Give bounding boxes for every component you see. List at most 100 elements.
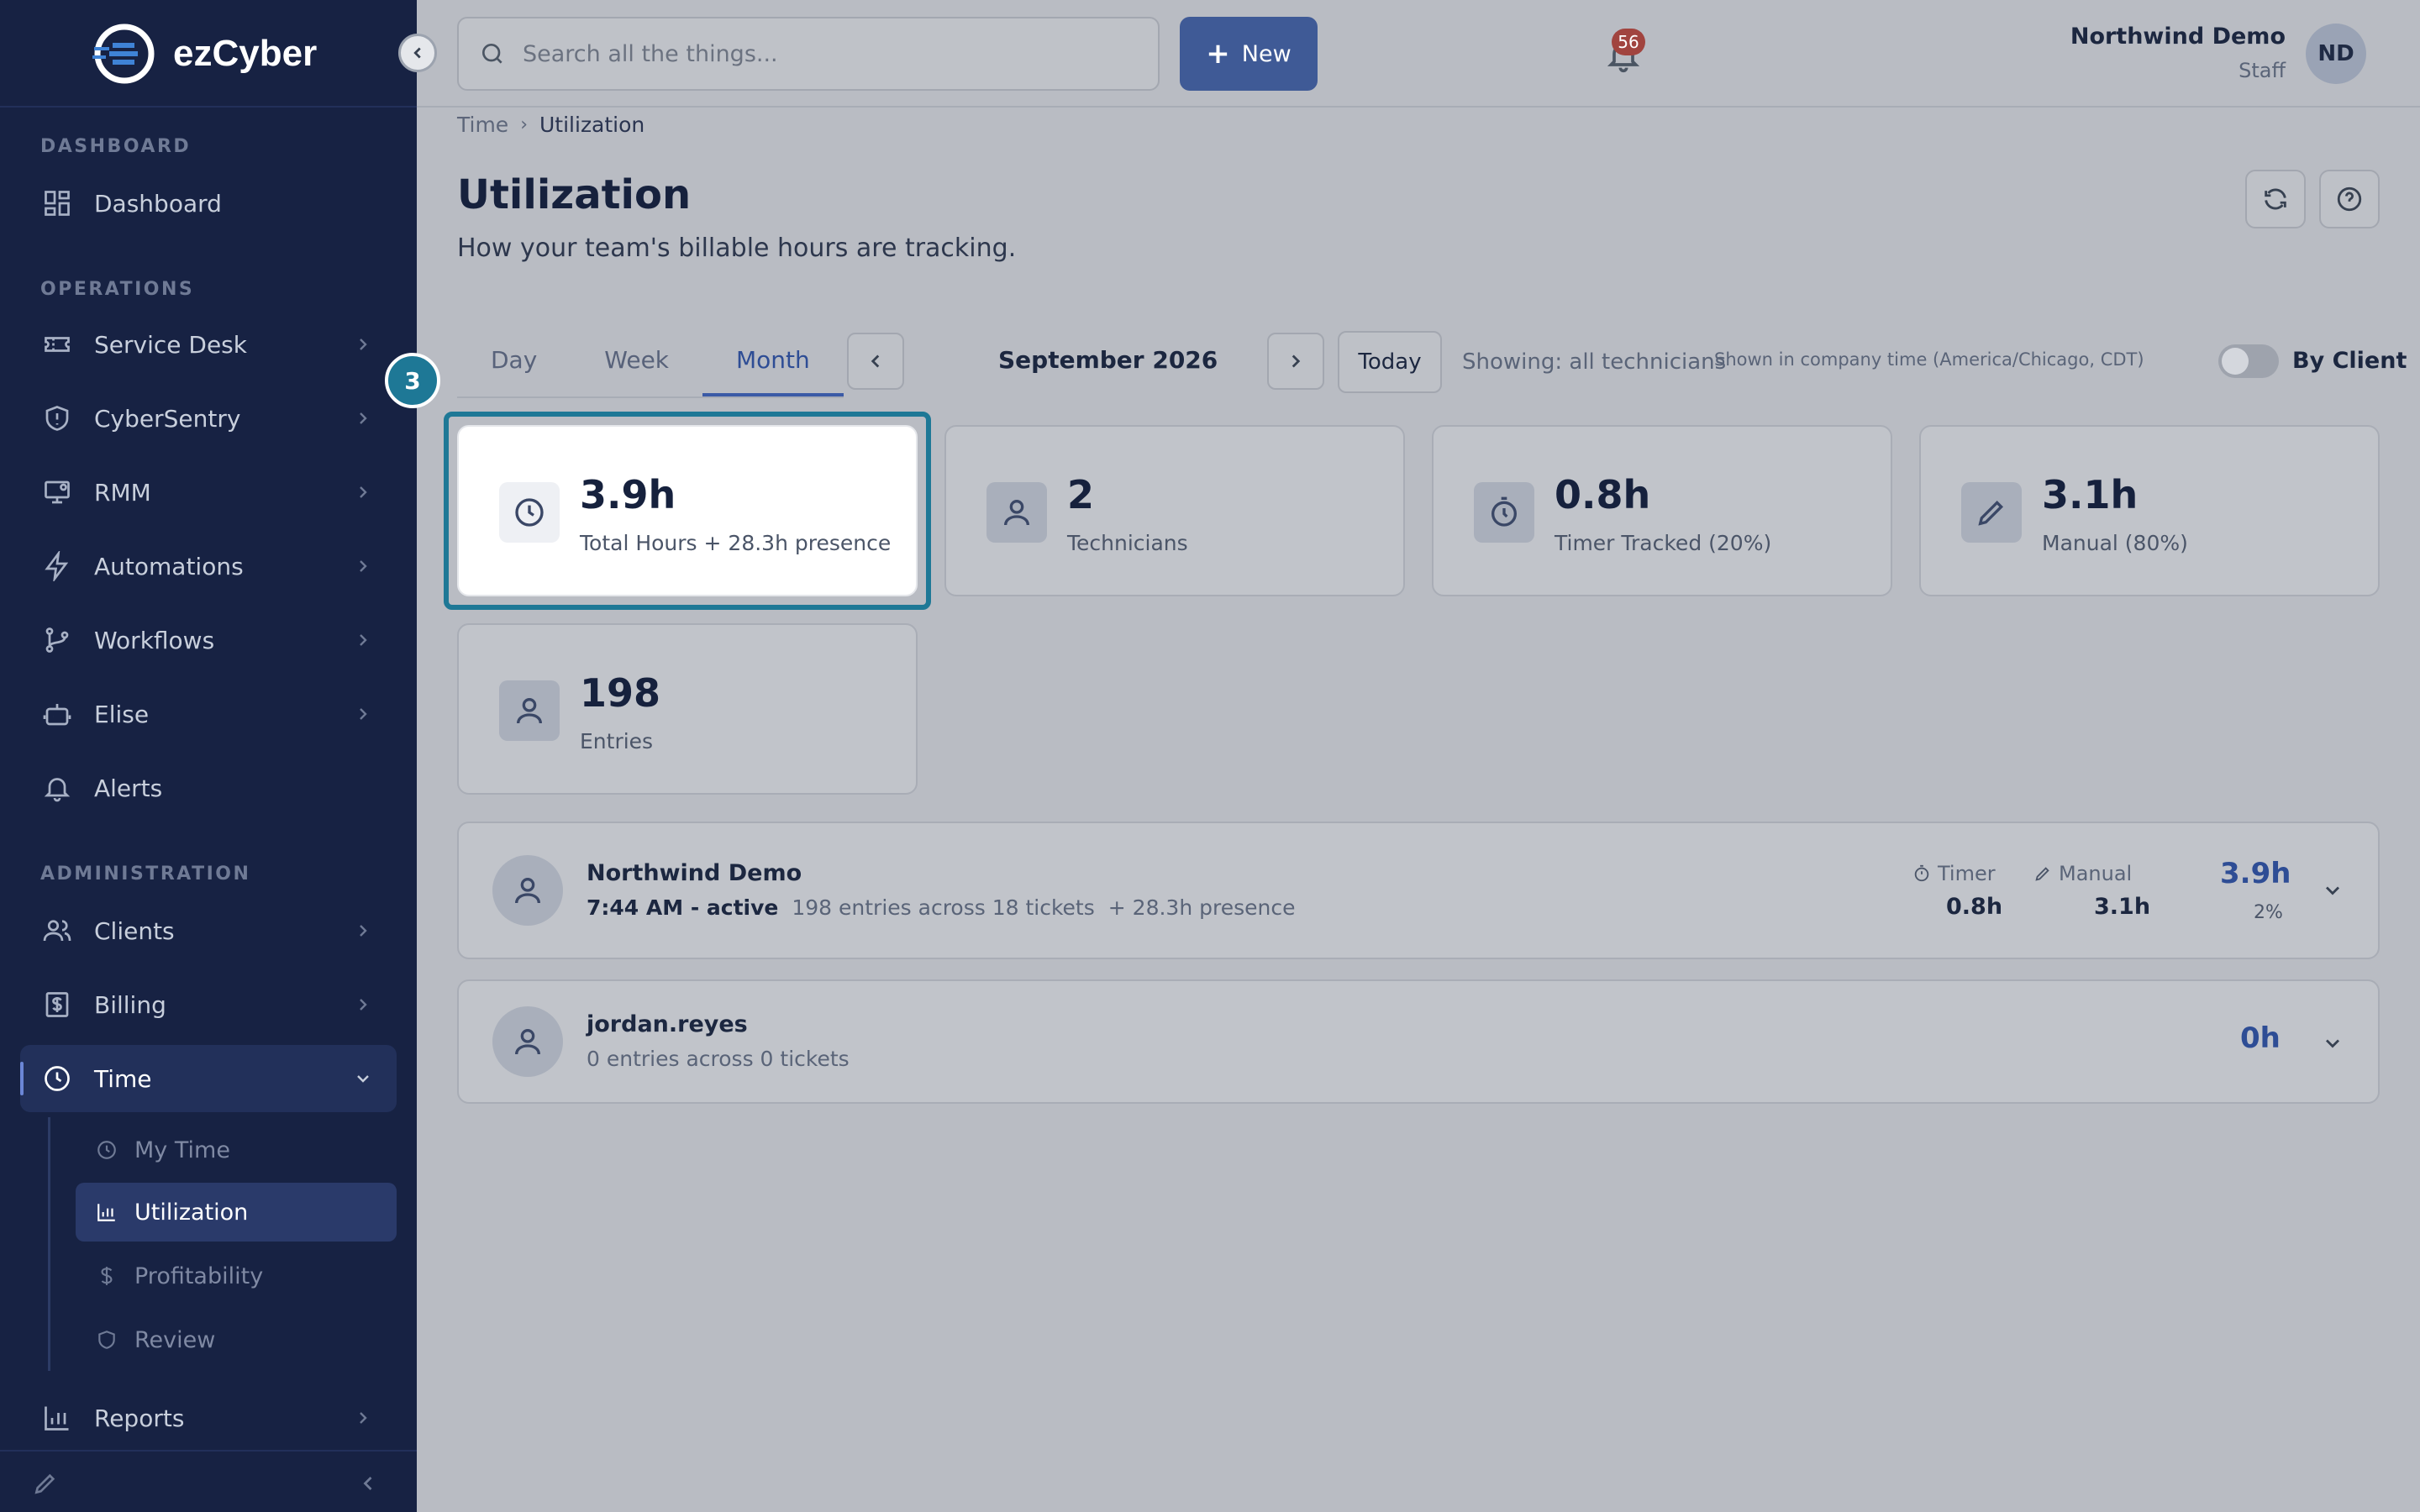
- refresh-button[interactable]: [2245, 170, 2306, 228]
- nav-service-desk[interactable]: Service Desk: [20, 311, 397, 378]
- bell-icon: [40, 771, 74, 805]
- user-avatar-icon: [492, 1006, 563, 1077]
- previous-period-button[interactable]: [847, 333, 904, 390]
- chevron-left-icon[interactable]: [356, 1472, 380, 1495]
- stat-card-timer-tracked: 0.8h Timer Tracked (20%): [1432, 425, 1892, 596]
- nav-my-time[interactable]: My Time: [76, 1121, 397, 1179]
- technician-row[interactable]: jordan.reyes 0 entries across 0 tickets …: [457, 979, 2380, 1104]
- search-icon: [482, 44, 502, 64]
- breadcrumb-current: Utilization: [539, 113, 645, 137]
- technician-entries: 198 entries across 18 tickets: [792, 895, 1095, 920]
- nav-workflows-label: Workflows: [94, 626, 215, 654]
- chevron-left-icon: [871, 354, 880, 368]
- logo-area: ezCyber: [0, 0, 417, 108]
- section-operations: OPERATIONS: [40, 279, 195, 300]
- technician-name: jordan.reyes: [587, 1011, 748, 1037]
- nav-profitability-label: Profitability: [134, 1263, 264, 1289]
- technician-meta: 7:44 AM - active 198 entries across 18 t…: [587, 895, 1295, 920]
- nav-review-label: Review: [134, 1326, 216, 1353]
- search-placeholder: Search all the things...: [523, 40, 778, 67]
- stat-card-manual: 3.1h Manual (80%): [1919, 425, 2380, 596]
- nav-elise[interactable]: Elise: [20, 680, 397, 748]
- chevron-right-icon: [360, 634, 367, 646]
- chevron-down-icon[interactable]: [2321, 879, 2344, 902]
- chevron-down-icon[interactable]: [2321, 1032, 2344, 1055]
- stat-label: Manual (80%): [2042, 531, 2188, 555]
- nav-automations[interactable]: Automations: [20, 533, 397, 600]
- notification-count-badge: 56: [1612, 29, 1645, 55]
- nav-workflows[interactable]: Workflows: [20, 606, 397, 674]
- breadcrumb: Time › Utilization: [457, 113, 644, 137]
- chevron-left-icon: [413, 47, 421, 59]
- nav-time[interactable]: Time: [20, 1045, 397, 1112]
- nav-cybersentry[interactable]: CyberSentry: [20, 385, 397, 452]
- chevron-right-icon: [360, 999, 367, 1011]
- ezcyber-logo[interactable]: ezCyber: [91, 20, 326, 87]
- nav-cybersentry-label: CyberSentry: [94, 404, 241, 433]
- nav-reports-label: Reports: [94, 1404, 185, 1432]
- user-icon: [499, 680, 560, 741]
- section-dashboard: DASHBOARD: [40, 136, 192, 157]
- total-hours: 0h: [2240, 1021, 2281, 1055]
- help-button[interactable]: [2319, 170, 2380, 228]
- nav-profitability[interactable]: Profitability: [76, 1247, 397, 1305]
- billing-icon: [40, 988, 74, 1021]
- by-client-label: By Client: [2292, 348, 2407, 374]
- technician-entries: 0 entries across 0 tickets: [587, 1047, 850, 1071]
- tour-highlight-ring: [444, 412, 931, 610]
- stat-value: 2: [1067, 472, 1095, 517]
- user-name[interactable]: Northwind Demo: [2070, 24, 2286, 50]
- clock-icon: [40, 1062, 74, 1095]
- chevron-right-icon: [360, 486, 367, 498]
- nav-utilization[interactable]: Utilization: [76, 1183, 397, 1242]
- technician-presence: + 28.3h presence: [1107, 895, 1296, 920]
- timer-label: Timer: [1938, 862, 1996, 885]
- nav-reports[interactable]: Reports: [20, 1384, 397, 1452]
- nav-billing[interactable]: Billing: [20, 971, 397, 1038]
- user-avatar[interactable]: ND: [2306, 24, 2366, 84]
- nav-alerts[interactable]: Alerts: [20, 754, 397, 822]
- tab-day[interactable]: Day: [457, 331, 571, 396]
- new-button-label: New: [1241, 40, 1292, 67]
- chevron-right-icon: [360, 560, 367, 572]
- nav-rmm[interactable]: RMM: [20, 459, 397, 526]
- shield-icon: [40, 402, 74, 435]
- nav-billing-label: Billing: [94, 990, 166, 1019]
- pencil-icon: [2035, 867, 2049, 881]
- nav-alerts-label: Alerts: [94, 774, 163, 802]
- submenu-guide: [48, 1117, 50, 1371]
- timer-metric-header: Timer: [1912, 862, 1996, 885]
- help-icon: [2337, 186, 2362, 212]
- period-tabs: Day Week Month: [457, 331, 844, 398]
- by-client-toggle[interactable]: [2218, 344, 2279, 378]
- stat-label: Timer Tracked (20%): [1555, 531, 1772, 555]
- nav-review[interactable]: Review: [76, 1310, 397, 1369]
- technician-row[interactable]: Northwind Demo 7:44 AM - active 198 entr…: [457, 822, 2380, 959]
- search-input[interactable]: Search all the things...: [457, 17, 1160, 91]
- stat-card-technicians: 2 Technicians: [944, 425, 1405, 596]
- refresh-icon: [2265, 188, 2286, 210]
- nav-clients[interactable]: Clients: [20, 897, 397, 964]
- section-administration: ADMINISTRATION: [40, 864, 251, 885]
- new-button[interactable]: + New: [1180, 17, 1318, 91]
- breadcrumb-time[interactable]: Time: [457, 113, 508, 137]
- tab-week[interactable]: Week: [571, 331, 702, 396]
- bar-chart-icon: [96, 1201, 118, 1223]
- nav-utilization-label: Utilization: [134, 1199, 249, 1226]
- next-period-button[interactable]: [1267, 333, 1324, 390]
- sidebar-collapse-button[interactable]: [398, 34, 437, 72]
- nav-dashboard[interactable]: Dashboard: [20, 170, 397, 237]
- monitor-icon: [40, 475, 74, 509]
- nav-service-desk-label: Service Desk: [94, 330, 247, 359]
- timezone-note: Shown in company time (America/Chicago, …: [1714, 349, 2144, 370]
- lightning-icon: [40, 549, 74, 583]
- chevron-right-icon: [360, 412, 367, 424]
- technician-status: 7:44 AM - active: [587, 895, 779, 920]
- tab-month[interactable]: Month: [702, 331, 844, 396]
- today-button[interactable]: Today: [1338, 331, 1442, 393]
- stat-value: 0.8h: [1555, 472, 1651, 517]
- pencil-icon[interactable]: [32, 1470, 59, 1497]
- technician-filter-text[interactable]: Showing: all technicians: [1462, 349, 1726, 375]
- tour-step-badge[interactable]: 3: [385, 353, 440, 408]
- stopwatch-icon: [1474, 482, 1534, 543]
